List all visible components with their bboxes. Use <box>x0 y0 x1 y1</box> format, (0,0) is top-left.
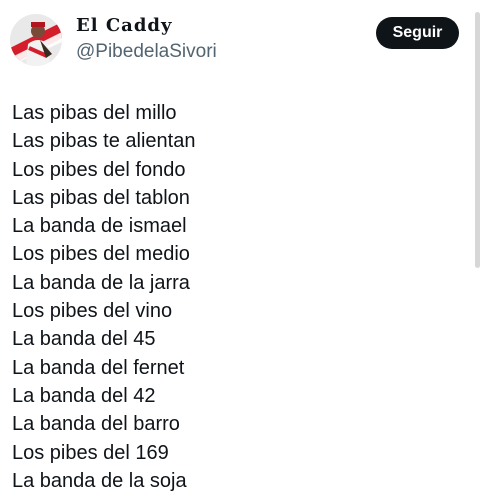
tweet-line: Las pibas te alientan <box>12 130 196 153</box>
tweet-line: Las pibas del millo <box>12 102 177 124</box>
tweet-line: La banda del 45 <box>12 328 156 351</box>
tweet-line: La banda de la jarra <box>12 271 190 294</box>
avatar[interactable] <box>10 14 62 66</box>
scrollbar[interactable] <box>472 0 482 500</box>
user-handle[interactable]: @PibedelaSivori <box>76 40 217 64</box>
follow-button[interactable]: Seguir <box>376 17 459 49</box>
tweet-line: La banda de la soja <box>12 469 187 492</box>
tweet-line: Los pibes del 169 <box>12 441 169 464</box>
tweet-line: Los pibes del fondo <box>12 158 186 181</box>
tweet-line: La banda del fernet <box>12 356 185 379</box>
tweet-post: El Caddy @PibedelaSivori Seguir Las piba… <box>0 0 482 500</box>
tweet-text: Las pibas del millo Las pibas te alienta… <box>12 99 195 495</box>
tweet-line: La banda del barro <box>12 413 180 436</box>
tweet-line: La banda del 42 <box>12 384 156 407</box>
profile-picture-icon <box>10 14 62 66</box>
tweet-line: Los pibes del medio <box>12 243 190 266</box>
scrollbar-thumb[interactable] <box>475 12 480 268</box>
tweet-line: La banda de ismael <box>12 215 187 238</box>
tweet-line: Los pibes del vino <box>12 300 173 323</box>
tweet-line: Las pibas del tablon <box>12 186 190 209</box>
display-name[interactable]: El Caddy <box>76 15 172 37</box>
